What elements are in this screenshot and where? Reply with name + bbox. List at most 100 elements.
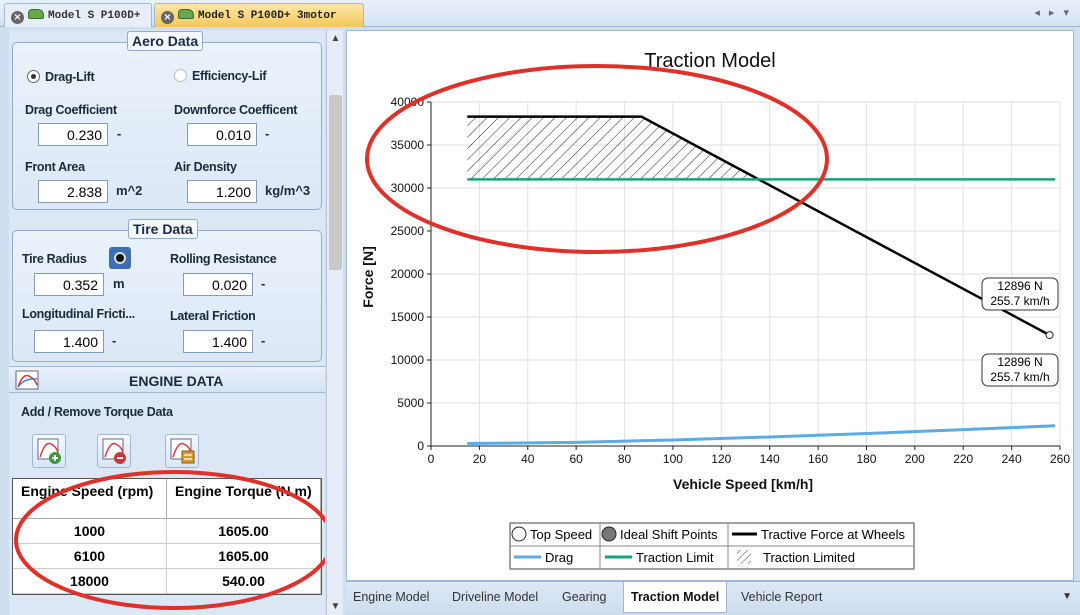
front-area-unit: m^2	[116, 183, 143, 198]
tab-scroll-arrows[interactable]: ◂ ▸ ▾	[1034, 6, 1072, 19]
downforce-coefficient-label: Downforce Coefficent	[174, 103, 298, 117]
drag-lift-radio[interactable]	[27, 70, 40, 83]
highlight-ellipse-table	[14, 470, 325, 610]
scroll-down-icon[interactable]: ▼	[327, 601, 344, 612]
scrollbar-thumb[interactable]	[329, 95, 342, 270]
legend-label: Ideal Shift Points	[620, 527, 718, 542]
downforce-coefficient-input[interactable]: 0.010	[187, 123, 257, 146]
engine-curve-icon	[15, 370, 39, 390]
annotation-line: 255.7 km/h	[990, 370, 1049, 384]
add-torque-icon	[37, 438, 61, 464]
tire-data-title: Tire Data	[128, 219, 198, 239]
drag-coefficient-unit: -	[117, 126, 122, 141]
top-speed-point	[1045, 331, 1054, 340]
y-tick-label: 15000	[391, 310, 425, 324]
drag-coefficient-input[interactable]: 0.230	[38, 123, 108, 146]
tire-icon[interactable]	[109, 247, 131, 269]
front-area-input[interactable]: 2.838	[38, 180, 108, 203]
y-axis-label: Force [N]	[360, 246, 376, 307]
tab-engine-model[interactable]: Engine Model	[346, 582, 436, 613]
drag-coefficient-label: Drag Coefficient	[25, 103, 117, 117]
x-tick-label: 220	[953, 452, 973, 466]
close-icon[interactable]: ×	[11, 11, 24, 24]
chart-legend: Top Speed Ideal Shift Points Tractive Fo…	[509, 522, 915, 570]
x-tick-label: 200	[905, 452, 925, 466]
scroll-up-icon[interactable]: ▲	[327, 33, 344, 44]
doc-tab-label: Model S P100D+ 3motor	[198, 10, 337, 22]
x-tick-label: 240	[1002, 452, 1022, 466]
engine-data-title: ENGINE DATA	[129, 373, 224, 389]
rolling-resistance-input[interactable]: 0.020	[183, 273, 253, 296]
remove-torque-icon	[102, 438, 126, 464]
x-tick-label: 260	[1050, 452, 1070, 466]
legend-label: Top Speed	[530, 527, 592, 542]
calculate-torque-button[interactable]	[165, 434, 199, 468]
doc-tab-label: Model S P100D+	[48, 10, 141, 22]
x-tick-label: 80	[618, 452, 632, 466]
y-tick-label: 5000	[397, 396, 424, 410]
rolling-resistance-unit: -	[261, 276, 266, 291]
calculate-torque-icon	[170, 438, 195, 464]
left-panel: Aero Data Drag-Lift Efficiency-Lif Drag …	[9, 30, 325, 615]
longitudinal-friction-input[interactable]: 1.400	[34, 330, 104, 353]
tire-radius-input[interactable]: 0.352	[34, 273, 104, 296]
close-icon[interactable]: ×	[161, 11, 174, 24]
doc-tab-model-s-3motor[interactable]: × Model S P100D+ 3motor	[154, 3, 364, 27]
x-tick-label: 140	[760, 452, 780, 466]
x-tick-label: 40	[521, 452, 535, 466]
aero-data-group: Aero Data Drag-Lift Efficiency-Lif Drag …	[12, 31, 322, 210]
longitudinal-friction-unit: -	[112, 333, 117, 348]
efficiency-lift-radio[interactable]	[174, 69, 187, 82]
x-tick-label: 0	[428, 452, 435, 466]
y-tick-label: 20000	[391, 267, 425, 281]
y-tick-label: 25000	[391, 224, 425, 238]
x-tick-label: 160	[808, 452, 828, 466]
tire-radius-label: Tire Radius	[22, 252, 87, 266]
y-tick-label: 0	[417, 439, 424, 453]
view-tabs: Engine Model Driveline Model Gearing Tra…	[346, 581, 1080, 615]
x-tick-label: 60	[569, 452, 583, 466]
downforce-coefficient-unit: -	[265, 126, 270, 141]
annotation-line: 255.7 km/h	[990, 294, 1049, 308]
document-tabs: × Model S P100D+ × Model S P100D+ 3motor ◂…	[0, 0, 1080, 27]
annotation-bottom: 12896 N 255.7 km/h	[981, 353, 1059, 387]
x-tick-label: 20	[473, 452, 487, 466]
tire-data-group: Tire Data Tire Radius 0.352 m Rolling Re…	[12, 219, 322, 362]
tire-radius-unit: m	[113, 276, 125, 291]
longitudinal-friction-label: Longitudinal Fricti...	[22, 307, 135, 321]
lateral-friction-unit: -	[261, 333, 266, 348]
engine-data-header[interactable]: ENGINE DATA	[9, 366, 325, 393]
tab-vehicle-report[interactable]: Vehicle Report	[734, 582, 829, 613]
add-torque-button[interactable]	[32, 434, 66, 468]
legend-label: Tractive Force at Wheels	[761, 527, 906, 542]
chart-panel: Traction Model 0 5000 10000 15000 20000 25000…	[346, 30, 1074, 581]
rolling-resistance-label: Rolling Resistance	[170, 252, 277, 266]
drag-lift-label: Drag-Lift	[45, 70, 95, 84]
add-remove-torque-label: Add / Remove Torque Data	[21, 405, 173, 419]
chevron-down-icon[interactable]: ▼	[1062, 591, 1072, 602]
car-icon	[178, 9, 194, 19]
traction-limited-region	[467, 116, 759, 180]
front-area-label: Front Area	[25, 160, 85, 174]
traction-limited-legend-swatch	[737, 550, 751, 564]
doc-tab-model-s[interactable]: × Model S P100D+	[4, 3, 152, 27]
tab-gearing[interactable]: Gearing	[555, 582, 613, 613]
y-tick-label: 30000	[391, 181, 425, 195]
tab-driveline-model[interactable]: Driveline Model	[445, 582, 545, 613]
x-tick-label: 180	[856, 452, 876, 466]
efficiency-lift-label: Efficiency-Lif	[192, 69, 267, 83]
legend-label: Traction Limited	[763, 550, 855, 565]
lateral-friction-label: Lateral Friction	[170, 309, 256, 323]
traction-chart: Traction Model 0500010000150002000025000…	[360, 50, 1070, 570]
air-density-input[interactable]: 1.200	[187, 180, 257, 203]
lateral-friction-input[interactable]: 1.400	[183, 330, 253, 353]
x-tick-label: 100	[663, 452, 683, 466]
remove-torque-button[interactable]	[97, 434, 131, 468]
car-icon	[28, 9, 44, 19]
series-line-drag	[467, 424, 1056, 446]
y-tick-label: 35000	[391, 138, 425, 152]
tab-traction-model[interactable]: Traction Model	[623, 582, 728, 613]
x-axis-label: Vehicle Speed [km/h]	[673, 476, 813, 492]
left-panel-scrollbar[interactable]: ▲ ▼	[326, 30, 343, 615]
annotation-line: 12896 N	[997, 279, 1042, 293]
